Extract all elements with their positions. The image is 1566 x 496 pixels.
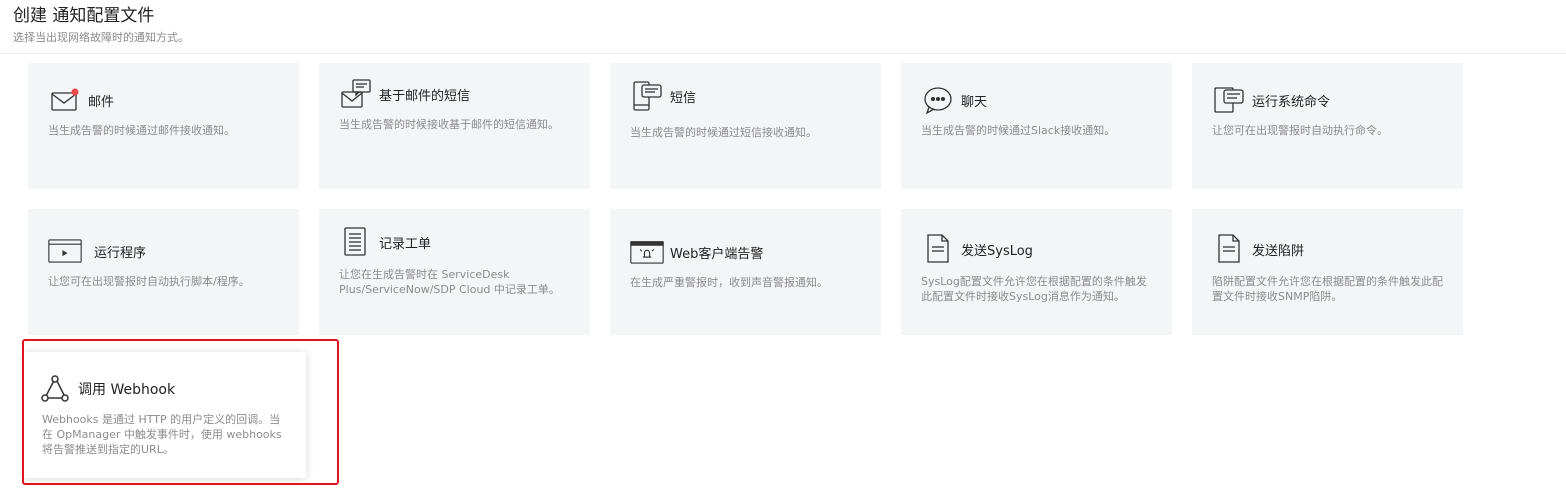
- card-title: 运行程序: [94, 245, 147, 261]
- mail-sms-icon: [339, 77, 373, 111]
- card-title: Web客户端告警: [670, 246, 764, 262]
- card-system-command[interactable]: 运行系统命令 让您可在出现警报时自动执行命令。: [1192, 63, 1463, 189]
- chat-icon: [921, 83, 955, 117]
- card-title: 基于邮件的短信: [379, 88, 471, 104]
- card-chat[interactable]: 聊天 当生成告警的时候通过Slack接收通知。: [901, 63, 1172, 189]
- page-title: 创建 通知配置文件: [13, 6, 155, 26]
- card-description: 在生成严重警报时，收到声音警报通知。: [630, 276, 828, 289]
- card-description: 当生成告警的时候通过短信接收通知。: [630, 126, 817, 139]
- card-log-ticket[interactable]: 记录工单 让您在生成告警时在 ServiceDesk Plus/ServiceN…: [319, 209, 590, 335]
- sms-phone-icon: [630, 79, 664, 113]
- card-call-webhook[interactable]: 调用 Webhook Webhooks 是通过 HTTP 的用户定义的回调。当在…: [24, 352, 306, 478]
- command-icon: [1212, 83, 1246, 117]
- card-run-program[interactable]: 运行程序 让您可在出现警报时自动执行脚本/程序。: [28, 209, 299, 335]
- card-description: 让您在生成告警时在 ServiceDesk Plus/ServiceNow/SD…: [339, 268, 560, 296]
- syslog-document-icon: [921, 232, 955, 266]
- card-title: 短信: [670, 90, 697, 106]
- page-subtitle: 选择当出现网络故障时的通知方式。: [13, 31, 189, 44]
- card-description: SysLog配置文件允许您在根据配置的条件触发此配置文件时接收SysLog消息作…: [921, 275, 1147, 303]
- mail-icon: [48, 83, 82, 117]
- card-title: 发送陷阱: [1252, 243, 1305, 259]
- card-description: 让您可在出现警报时自动执行脚本/程序。: [48, 275, 250, 288]
- page-header: 创建 通知配置文件 选择当出现网络故障时的通知方式。: [13, 4, 1553, 46]
- card-sms[interactable]: 短信 当生成告警的时候通过短信接收通知。: [610, 63, 881, 189]
- card-email-sms[interactable]: 基于邮件的短信 当生成告警的时候接收基于邮件的短信通知。: [319, 63, 590, 189]
- card-description: 当生成告警的时候接收基于邮件的短信通知。: [339, 118, 559, 131]
- card-web-client-alarm[interactable]: Web客户端告警 在生成严重警报时，收到声音警报通知。: [610, 209, 881, 335]
- card-description: 陷阱配置文件允许您在根据配置的条件触发此配置文件时接收SNMP陷阱。: [1212, 275, 1443, 303]
- card-title: 邮件: [88, 94, 115, 110]
- trap-document-icon: [1212, 232, 1246, 266]
- header-divider: [0, 53, 1566, 54]
- card-title: 调用 Webhook: [78, 382, 176, 398]
- card-description: 当生成告警的时候通过邮件接收通知。: [48, 124, 235, 137]
- card-description: Webhooks 是通过 HTTP 的用户定义的回调。当在 OpManager …: [42, 413, 282, 456]
- card-title: 记录工单: [379, 236, 432, 252]
- web-alarm-icon: [630, 235, 664, 269]
- card-description: 当生成告警的时候通过Slack接收通知。: [921, 124, 1116, 137]
- run-program-icon: [48, 234, 82, 268]
- card-title: 运行系统命令: [1252, 94, 1331, 110]
- card-email[interactable]: 邮件 当生成告警的时候通过邮件接收通知。: [28, 63, 299, 189]
- webhook-icon: [38, 372, 72, 406]
- card-title: 聊天: [961, 94, 988, 110]
- card-title: 发送SysLog: [961, 243, 1033, 259]
- card-description: 让您可在出现警报时自动执行命令。: [1212, 124, 1388, 137]
- ticket-icon: [339, 225, 373, 259]
- card-send-syslog[interactable]: 发送SysLog SysLog配置文件允许您在根据配置的条件触发此配置文件时接收…: [901, 209, 1172, 335]
- card-send-trap[interactable]: 发送陷阱 陷阱配置文件允许您在根据配置的条件触发此配置文件时接收SNMP陷阱。: [1192, 209, 1463, 335]
